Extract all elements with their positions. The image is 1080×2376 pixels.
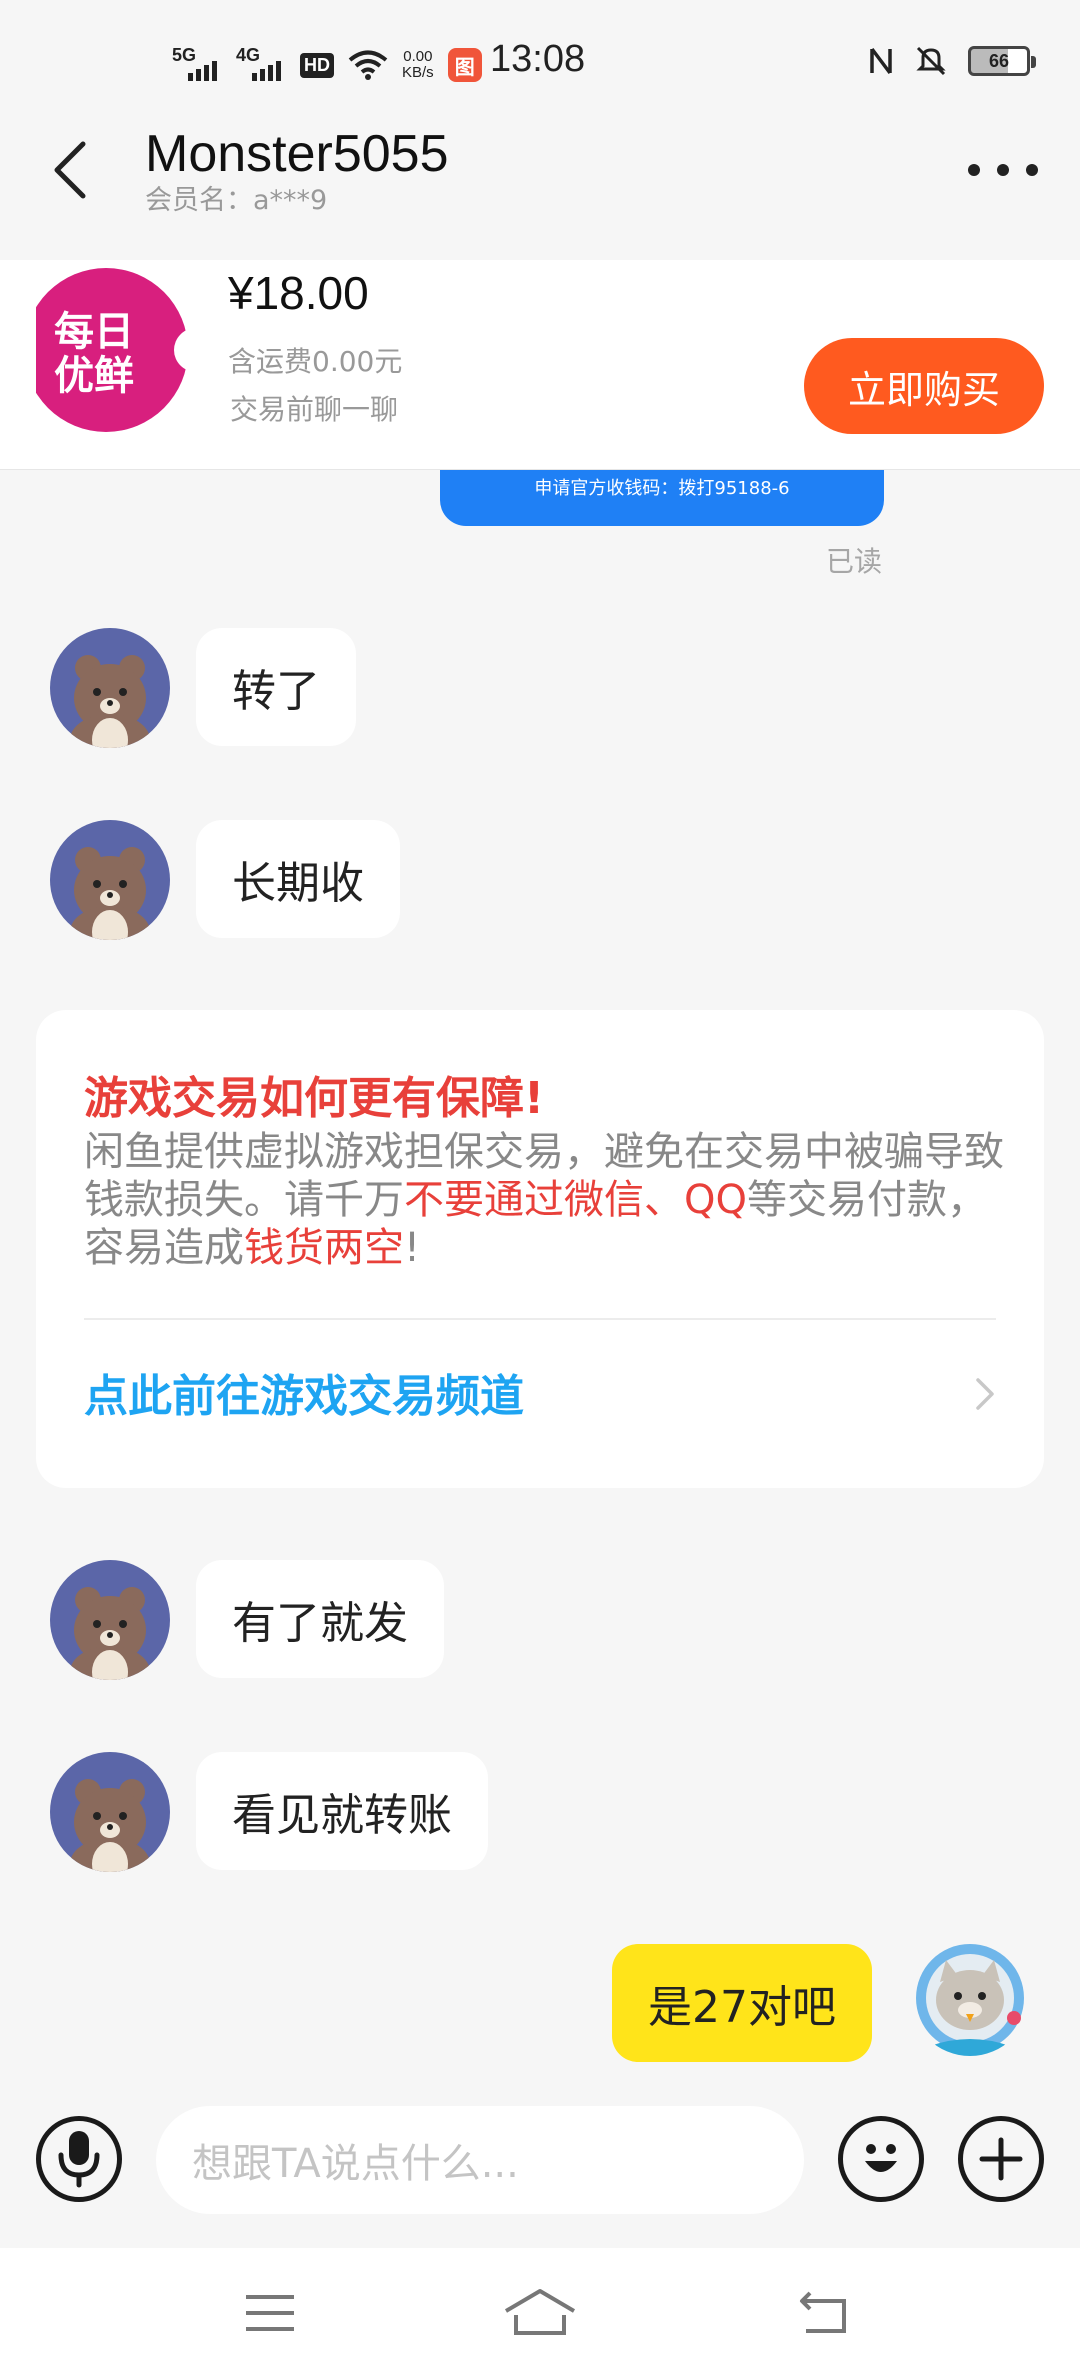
contact-avatar[interactable] [50, 1560, 170, 1680]
network-speed: 0.00 KB/s [402, 49, 434, 81]
member-name: 会员名：a***9 [145, 185, 328, 216]
sent-card-message[interactable]: 申请官方收钱码：拨打95188-6 [440, 470, 884, 526]
sent-card-text: 申请官方收钱码：拨打95188-6 [534, 478, 790, 499]
message-text: 是27对吧 [648, 1982, 836, 2033]
notice-body-text: ! [404, 1225, 421, 1271]
wifi-icon [348, 50, 388, 80]
status-bar: 5G 4G HD 0.00 KB/s 图 13:08 66 [0, 0, 1080, 130]
chevron-left-icon [54, 141, 86, 199]
notice-warning-text: 不要通过微信、QQ [404, 1177, 747, 1223]
app-notification-icon: 图 [447, 48, 482, 82]
emoji-button[interactable] [838, 2116, 924, 2202]
chevron-right-icon[interactable] [970, 1374, 1000, 1414]
home-nav-button[interactable] [490, 2278, 590, 2348]
message-text: 看见就转账 [232, 1790, 452, 1841]
chat-header: Monster5055 会员名：a***9 [0, 125, 1080, 260]
product-logo-line1: 每日 [54, 309, 134, 355]
signal-4g-icon: 4G [236, 45, 286, 85]
notice-body: 闲鱼提供虚拟游戏担保交易，避免在交易中被骗导致钱款损失。请千万不要通过微信、QQ… [84, 1128, 1004, 1272]
my-avatar[interactable] [910, 1936, 1030, 2056]
back-nav-button[interactable] [774, 2278, 874, 2348]
cat-astronaut-avatar-icon [910, 1936, 1030, 2056]
message-list[interactable]: 申请官方收钱码：拨打95188-6 已读 转了 长期收 游戏交易如何更有保障! … [0, 470, 1080, 2100]
menu-nav-button[interactable] [220, 2278, 320, 2348]
bear-avatar-icon [50, 628, 170, 748]
mute-icon [916, 46, 946, 76]
emoji-icon [865, 2144, 897, 2172]
chat-hint: 交易前聊一聊 [230, 393, 399, 426]
bear-avatar-icon [50, 1752, 170, 1872]
add-more-button[interactable] [958, 2116, 1044, 2202]
outgoing-message-bubble[interactable]: 是27对吧 [612, 1944, 872, 2062]
message-text: 转了 [232, 666, 320, 717]
product-logo-line2: 优鲜 [54, 353, 134, 399]
product-thumbnail[interactable]: 每日 优鲜 [36, 266, 204, 434]
bear-avatar-icon [50, 820, 170, 940]
read-receipt: 已读 [826, 545, 883, 578]
back-button[interactable] [40, 130, 100, 210]
network-speed-unit: KB/s [402, 64, 434, 81]
incoming-message-bubble[interactable]: 长期收 [196, 820, 400, 938]
notice-title: 游戏交易如何更有保障! [84, 1073, 545, 1124]
game-trade-channel-link[interactable]: 点此前往游戏交易频道 [84, 1360, 524, 1424]
return-icon [800, 2291, 846, 2333]
incoming-message-bubble[interactable]: 看见就转账 [196, 1752, 488, 1870]
signal-5g-icon: 5G [172, 45, 222, 85]
system-nav-bar [0, 2248, 1080, 2376]
input-bar: 想跟TA说点什么... [0, 2100, 1080, 2248]
plus-icon [979, 2137, 1023, 2181]
incoming-message-bubble[interactable]: 有了就发 [196, 1560, 444, 1678]
menu-icon [246, 2295, 294, 2331]
buy-now-button[interactable]: 立即购买 [804, 338, 1044, 434]
more-options-button[interactable] [968, 150, 1038, 190]
incoming-message-bubble[interactable]: 转了 [196, 628, 356, 746]
message-input[interactable]: 想跟TA说点什么... [156, 2106, 804, 2214]
microphone-icon [58, 2131, 100, 2188]
product-price: ¥18.00 [228, 267, 369, 319]
nfc-icon [870, 47, 892, 75]
contact-avatar[interactable] [50, 820, 170, 940]
home-icon [504, 2289, 576, 2335]
contact-avatar[interactable] [50, 628, 170, 748]
contact-name[interactable]: Monster5055 [145, 124, 449, 184]
hd-icon: HD [300, 52, 334, 78]
bear-avatar-icon [50, 1560, 170, 1680]
message-text: 长期收 [232, 858, 364, 909]
safety-notice-card: 游戏交易如何更有保障! 闲鱼提供虚拟游戏担保交易，避免在交易中被骗导致钱款损失。… [36, 1010, 1044, 1488]
clock: 13:08 [490, 38, 586, 80]
dot-icon [968, 164, 980, 176]
shipping-info: 含运费0.00元 [228, 345, 403, 378]
battery-icon: 66 [968, 46, 1036, 76]
notice-warning-text: 钱货两空 [244, 1225, 404, 1271]
voice-input-button[interactable] [36, 2116, 122, 2202]
message-text: 有了就发 [232, 1598, 408, 1649]
dot-icon [1026, 164, 1038, 176]
divider [84, 1318, 996, 1320]
dot-icon [997, 164, 1009, 176]
product-card[interactable]: 每日 优鲜 ¥18.00 含运费0.00元 交易前聊一聊 立即购买 [0, 260, 1080, 470]
network-speed-value: 0.00 [403, 48, 433, 65]
contact-avatar[interactable] [50, 1752, 170, 1872]
